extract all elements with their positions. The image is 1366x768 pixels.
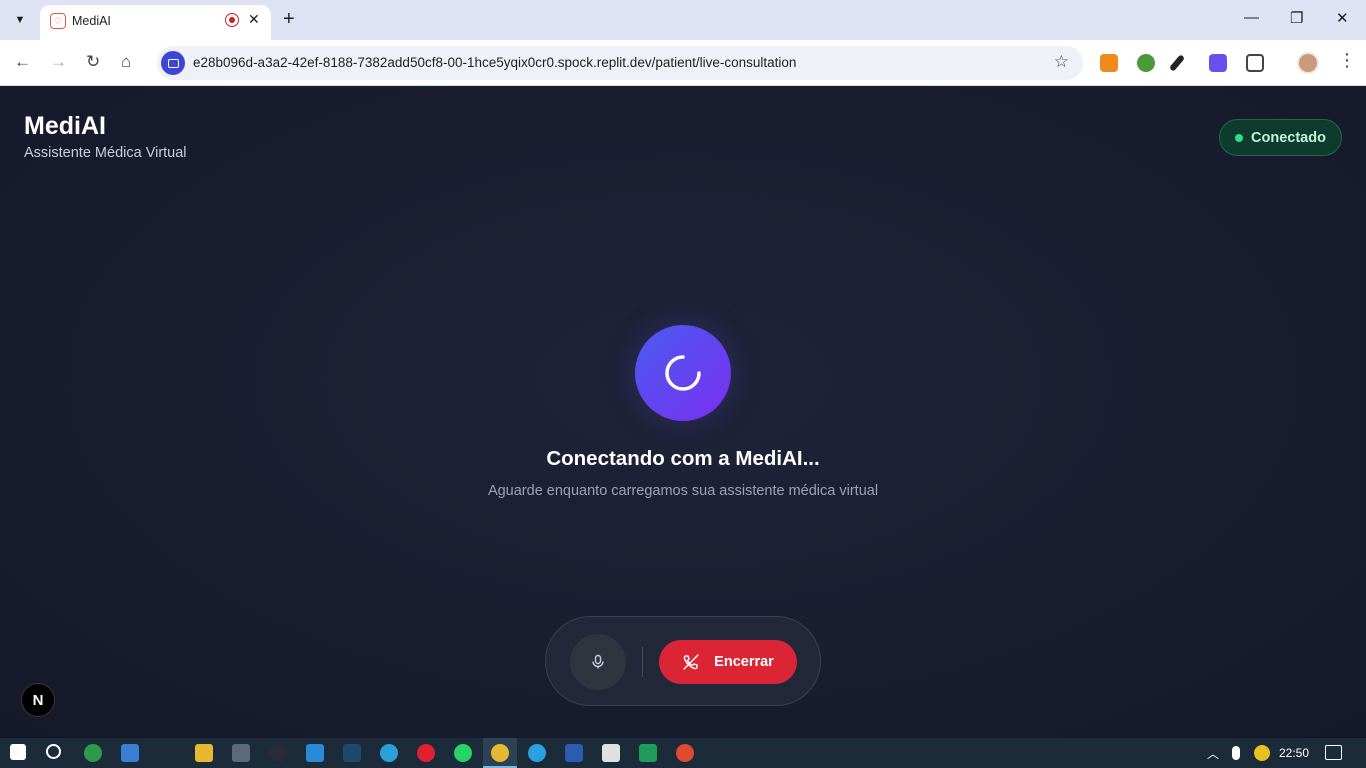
reload-icon[interactable]: ↻ xyxy=(86,52,100,72)
windows-start-icon[interactable] xyxy=(10,744,26,760)
connection-status-badge: Conectado xyxy=(1219,119,1342,156)
tab-search-chevron-icon[interactable]: ▼ xyxy=(8,8,32,32)
connecting-title: Conectando com a MediAI... xyxy=(546,447,820,470)
search-icon[interactable] xyxy=(46,744,61,759)
end-call-button[interactable]: Encerrar xyxy=(659,640,797,684)
close-window-button[interactable]: ✕ xyxy=(1336,9,1349,27)
microphone-tray-icon[interactable] xyxy=(1232,746,1240,760)
mediai-favicon-icon: ♡ xyxy=(50,13,66,29)
camera-site-chip-icon[interactable] xyxy=(161,51,185,75)
end-call-label: Encerrar xyxy=(714,654,774,670)
telegram-icon[interactable] xyxy=(528,744,546,762)
restore-window-button[interactable]: ❐ xyxy=(1290,9,1303,27)
taskbar-app-2-icon[interactable] xyxy=(121,744,139,762)
taskbar-clock[interactable]: 22:50 xyxy=(1279,746,1309,760)
taskbar-app-6-icon[interactable] xyxy=(639,744,657,762)
recording-indicator-icon xyxy=(225,13,239,27)
windows-taskbar: ︿ 22:50 xyxy=(0,738,1366,768)
taskbar-app-3-icon[interactable] xyxy=(269,744,287,762)
connecting-subtitle: Aguarde enquanto carregamos sua assisten… xyxy=(487,483,879,499)
brand-title: MediAI xyxy=(24,112,106,140)
minimize-window-button[interactable]: — xyxy=(1244,9,1259,26)
extension-globe-icon[interactable] xyxy=(1137,54,1155,72)
loading-spinner-icon xyxy=(665,355,701,391)
extension-eyedropper-icon[interactable] xyxy=(1168,54,1186,72)
microphone-icon xyxy=(592,654,604,669)
controls-divider xyxy=(642,647,643,677)
vscode-icon[interactable] xyxy=(306,744,324,762)
chrome-canary-icon[interactable] xyxy=(676,744,694,762)
browser-toolbar: ← → ↻ ⌂ e28b096d-a3a2-42ef-8188-7382add5… xyxy=(0,40,1366,86)
call-controls: Encerrar xyxy=(545,616,821,706)
status-dot-icon xyxy=(1235,133,1244,142)
word-icon[interactable] xyxy=(565,744,583,762)
browser-tab-bar: ▼ ♡ MediAI ✕ + — ❐ ✕ xyxy=(0,0,1366,40)
notifications-icon[interactable] xyxy=(1325,745,1342,760)
browser-menu-icon[interactable]: ⋮ xyxy=(1338,50,1356,71)
assistant-avatar xyxy=(635,325,731,421)
address-bar[interactable]: e28b096d-a3a2-42ef-8188-7382add50cf8-00-… xyxy=(157,46,1083,80)
file-explorer-icon[interactable] xyxy=(195,744,213,762)
url-text[interactable]: e28b096d-a3a2-42ef-8188-7382add50cf8-00-… xyxy=(193,55,796,70)
extensions-puzzle-icon[interactable] xyxy=(1246,54,1264,72)
bookmark-star-icon[interactable]: ☆ xyxy=(1054,52,1069,72)
status-label: Conectado xyxy=(1251,129,1326,146)
home-icon[interactable]: ⌂ xyxy=(121,52,131,72)
back-arrow-icon[interactable]: ← xyxy=(14,52,31,72)
taskbar-app-4-icon[interactable] xyxy=(343,744,361,762)
tray-app-icon[interactable] xyxy=(1254,745,1270,761)
calculator-icon[interactable] xyxy=(232,744,250,762)
brand-subtitle: Assistente Médica Virtual xyxy=(24,145,187,161)
extension-key-icon[interactable] xyxy=(1100,54,1118,72)
taskbar-app-5-icon[interactable] xyxy=(602,744,620,762)
close-tab-icon[interactable]: ✕ xyxy=(248,11,260,28)
nextjs-dev-badge[interactable]: N xyxy=(21,683,55,717)
browser-tab[interactable]: ♡ MediAI ✕ xyxy=(40,5,271,40)
chrome-icon[interactable] xyxy=(491,744,509,762)
new-tab-button[interactable]: + xyxy=(283,8,295,30)
app-viewport: MediAI Assistente Médica Virtual Conecta… xyxy=(0,87,1366,738)
taskbar-app-1-icon[interactable] xyxy=(84,744,102,762)
whatsapp-icon[interactable] xyxy=(454,744,472,762)
extension-gear-icon[interactable] xyxy=(1209,54,1227,72)
microphone-button[interactable] xyxy=(570,634,626,690)
forward-arrow-icon[interactable]: → xyxy=(50,52,67,72)
opera-icon[interactable] xyxy=(417,744,435,762)
tray-chevron-icon[interactable]: ︿ xyxy=(1207,745,1219,762)
profile-avatar[interactable] xyxy=(1297,52,1319,74)
edge-icon[interactable] xyxy=(380,744,398,762)
tab-title: MediAI xyxy=(72,14,111,28)
phone-off-icon xyxy=(683,654,699,670)
